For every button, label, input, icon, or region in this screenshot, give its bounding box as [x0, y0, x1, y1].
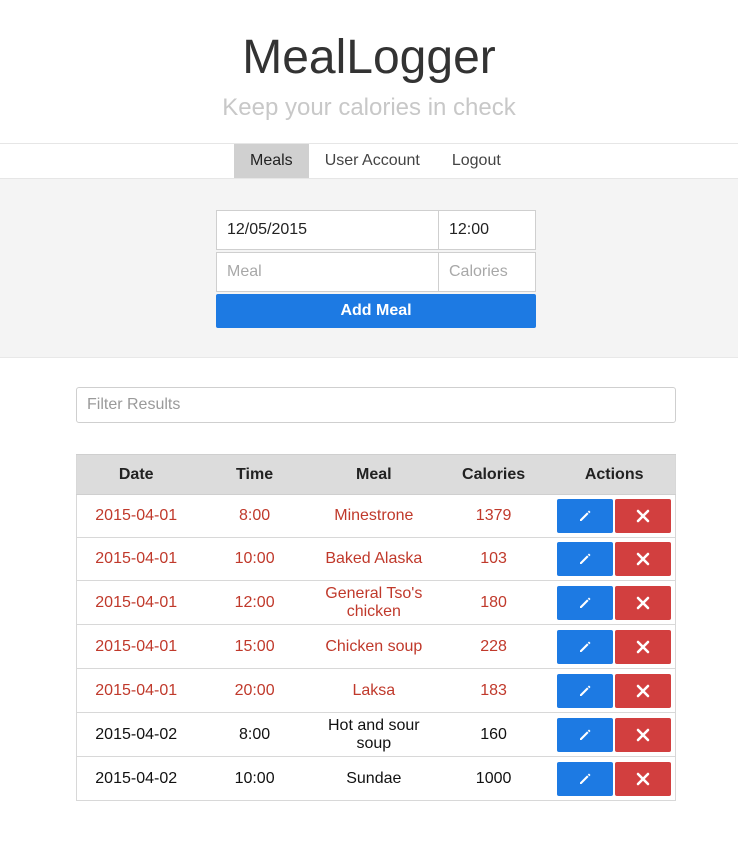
pencil-icon	[580, 510, 591, 521]
cell-time: 10:00	[195, 756, 314, 801]
cell-actions	[553, 668, 676, 713]
date-field[interactable]	[216, 210, 439, 250]
cell-meal: Minestrone	[313, 494, 434, 538]
cell-actions	[553, 712, 676, 757]
cell-calories: 103	[433, 537, 554, 581]
cell-actions	[553, 537, 676, 581]
table-row: 2015-04-02 8:00 Hot and sour soup 160	[76, 712, 676, 757]
meals-table: Date Time Meal Calories Actions 2015-04-…	[76, 454, 676, 801]
delete-meal-button[interactable]	[615, 542, 672, 576]
table-row: 2015-04-01 10:00 Baked Alaska 103	[76, 537, 676, 581]
close-icon	[636, 772, 650, 785]
cell-meal: Sundae	[313, 756, 434, 801]
delete-meal-button[interactable]	[615, 499, 672, 533]
cell-actions	[553, 624, 676, 669]
table-row: 2015-04-02 10:00 Sundae 1000	[76, 756, 676, 801]
cell-date: 2015-04-02	[76, 712, 196, 757]
close-icon	[636, 509, 650, 523]
add-meal-section: Add Meal	[0, 179, 738, 358]
header-date: Date	[76, 454, 196, 495]
cell-calories: 160	[433, 712, 554, 757]
edit-meal-button[interactable]	[557, 761, 614, 796]
close-icon	[636, 684, 650, 697]
close-icon	[636, 640, 650, 653]
cell-calories: 1000	[433, 756, 554, 801]
delete-meal-button[interactable]	[615, 629, 672, 664]
meal-field[interactable]	[216, 252, 439, 292]
close-icon	[636, 552, 650, 566]
cell-calories: 1379	[433, 494, 554, 538]
cell-meal: Laksa	[313, 668, 434, 713]
edit-meal-button[interactable]	[557, 542, 614, 576]
pencil-icon	[580, 729, 591, 740]
nav-meals[interactable]: Meals	[234, 144, 309, 178]
header-time: Time	[195, 454, 314, 495]
header-meal: Meal	[313, 454, 434, 495]
delete-meal-button[interactable]	[615, 717, 672, 752]
nav-user-account[interactable]: User Account	[309, 144, 436, 178]
nav-logout[interactable]: Logout	[436, 144, 517, 178]
cell-date: 2015-04-01	[76, 537, 196, 581]
cell-time: 10:00	[195, 537, 314, 581]
header-actions: Actions	[553, 454, 676, 495]
add-meal-form: Add Meal	[216, 210, 536, 328]
pencil-icon	[580, 641, 591, 652]
table-row: 2015-04-01 15:00 Chicken soup 228	[76, 624, 676, 669]
cell-time: 8:00	[195, 712, 314, 757]
cell-actions	[553, 580, 676, 625]
cell-date: 2015-04-01	[76, 494, 196, 538]
edit-meal-button[interactable]	[557, 499, 614, 533]
close-icon	[636, 728, 650, 741]
table-header-row: Date Time Meal Calories Actions	[76, 454, 676, 495]
cell-date: 2015-04-01	[76, 668, 196, 713]
pencil-icon	[580, 685, 591, 696]
table-row: 2015-04-01 12:00 General Tso's chicken 180	[76, 580, 676, 625]
app-title: MealLogger	[242, 31, 496, 84]
cell-time: 8:00	[195, 494, 314, 538]
delete-meal-button[interactable]	[615, 673, 672, 708]
calories-field[interactable]	[439, 252, 536, 292]
add-meal-button[interactable]: Add Meal	[216, 294, 536, 328]
cell-meal: General Tso's chicken	[313, 580, 434, 625]
header-calories: Calories	[433, 454, 554, 495]
cell-meal: Hot and sour soup	[313, 712, 434, 757]
edit-meal-button[interactable]	[557, 673, 614, 708]
table-row: 2015-04-01 8:00 Minestrone 1379	[76, 494, 676, 538]
time-field[interactable]	[439, 210, 536, 250]
delete-meal-button[interactable]	[615, 761, 672, 796]
cell-meal: Chicken soup	[313, 624, 434, 669]
cell-meal: Baked Alaska	[313, 537, 434, 581]
main-nav: Meals User Account Logout	[0, 143, 738, 179]
table-row: 2015-04-01 20:00 Laksa 183	[76, 668, 676, 713]
app-header: MealLogger Keep your calories in check	[0, 0, 738, 143]
filter-results-input[interactable]	[76, 387, 676, 423]
edit-meal-button[interactable]	[557, 717, 614, 752]
cell-calories: 180	[433, 580, 554, 625]
cell-date: 2015-04-01	[76, 580, 196, 625]
edit-meal-button[interactable]	[557, 585, 614, 620]
cell-calories: 228	[433, 624, 554, 669]
cell-date: 2015-04-01	[76, 624, 196, 669]
edit-meal-button[interactable]	[557, 629, 614, 664]
delete-meal-button[interactable]	[615, 585, 672, 620]
cell-actions	[553, 756, 676, 801]
cell-date: 2015-04-02	[76, 756, 196, 801]
cell-time: 20:00	[195, 668, 314, 713]
pencil-icon	[580, 553, 591, 564]
cell-time: 12:00	[195, 580, 314, 625]
cell-time: 15:00	[195, 624, 314, 669]
app-subtitle: Keep your calories in check	[222, 94, 516, 121]
cell-calories: 183	[433, 668, 554, 713]
cell-actions	[553, 494, 676, 538]
pencil-icon	[580, 773, 591, 784]
close-icon	[636, 596, 650, 609]
pencil-icon	[580, 597, 591, 608]
